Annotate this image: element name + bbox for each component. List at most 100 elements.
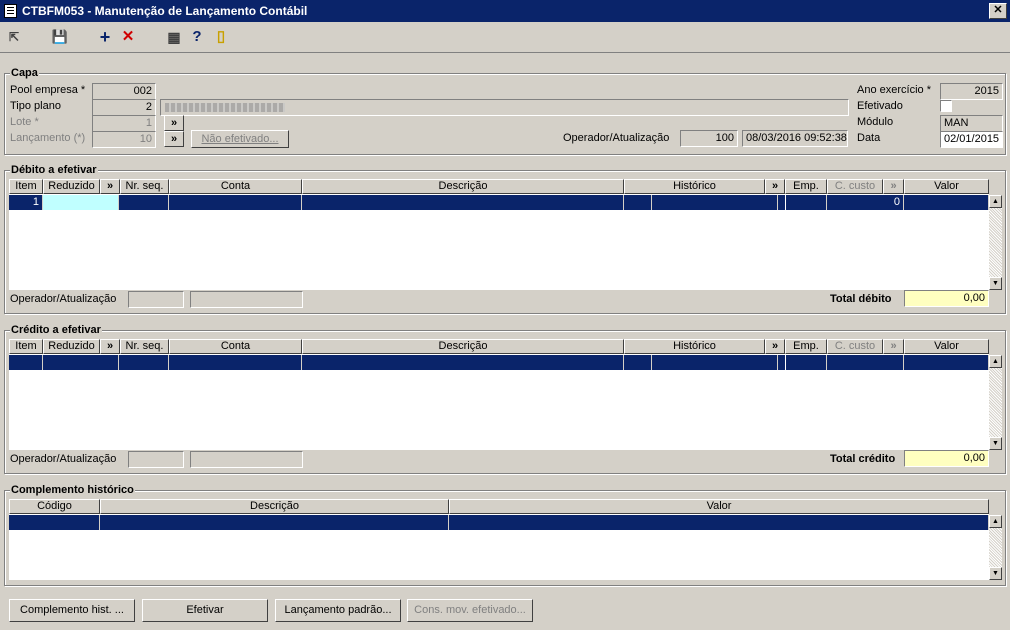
complemento-row-codigo[interactable] [9, 515, 100, 530]
cons-mov-efetivado-button[interactable]: Cons. mov. efetivado... [407, 599, 533, 622]
tipo-plano-description [160, 99, 849, 116]
debito-row-nrseq[interactable] [119, 195, 169, 210]
complemento-row[interactable] [9, 515, 989, 530]
delete-icon[interactable]: ✕ [118, 28, 138, 46]
scroll-up-icon[interactable]: ▲ [989, 195, 1002, 208]
debito-col-nrseq[interactable]: Nr. seq. [120, 179, 169, 194]
help-icon[interactable]: ? [187, 28, 207, 46]
credito-col-valor[interactable]: Valor [904, 339, 989, 354]
debito-col-valor[interactable]: Valor [904, 179, 989, 194]
debito-row-valor[interactable] [904, 195, 989, 210]
credito-col-expand[interactable]: » [100, 339, 120, 354]
complemento-hist-button[interactable]: Complemento hist. ... [9, 599, 135, 622]
scroll-down-icon[interactable]: ▼ [989, 437, 1002, 450]
operador-label: Operador/Atualização [563, 132, 670, 144]
add-icon[interactable]: + [95, 28, 115, 46]
debito-col-emp[interactable]: Emp. [785, 179, 827, 194]
lancamento-padrao-button[interactable]: Lançamento padrão... [275, 599, 401, 622]
credito-col-item[interactable]: Item [9, 339, 43, 354]
debito-col-expand-3[interactable]: » [883, 179, 904, 194]
calendar-icon[interactable]: ▦ [164, 28, 184, 46]
credito-row-ccusto[interactable] [827, 355, 904, 370]
credito-col-expand-3[interactable]: » [883, 339, 904, 354]
ano-exercicio-label: Ano exercício * [857, 84, 931, 96]
debito-col-expand[interactable]: » [100, 179, 120, 194]
debito-row-descricao[interactable] [302, 195, 624, 210]
operador-date-field[interactable]: 08/03/2016 09:52:38 [742, 130, 848, 147]
credito-row-emp[interactable] [785, 355, 827, 370]
credito-col-nrseq[interactable]: Nr. seq. [120, 339, 169, 354]
debito-operador-date-field[interactable] [190, 291, 303, 308]
total-credito-field[interactable]: 0,00 [904, 450, 989, 467]
credito-col-expand-2[interactable]: » [765, 339, 785, 354]
debito-row[interactable]: 1 0 [9, 195, 989, 210]
credito-row-historico-code[interactable] [624, 355, 652, 370]
credito-col-reduzido[interactable]: Reduzido [43, 339, 100, 354]
debito-operador-field[interactable] [128, 291, 184, 308]
credito-operador-field[interactable] [128, 451, 184, 468]
debito-scrollbar[interactable]: ▲ ▼ [989, 195, 1002, 290]
credito-row-valor[interactable] [904, 355, 989, 370]
credito-col-ccusto[interactable]: C. custo [827, 339, 883, 354]
debito-col-item[interactable]: Item [9, 179, 43, 194]
efetivado-checkbox[interactable] [940, 100, 952, 112]
credito-col-historico[interactable]: Histórico [624, 339, 765, 354]
nao-efetivado-button[interactable]: Não efetivado... [191, 130, 289, 148]
complemento-row-descricao[interactable] [100, 515, 449, 530]
complemento-col-codigo[interactable]: Código [9, 499, 100, 514]
credito-row-descricao[interactable] [302, 355, 624, 370]
credito-row-item[interactable] [14, 355, 43, 370]
total-debito-label: Total débito [830, 293, 892, 305]
debito-col-expand-2[interactable]: » [765, 179, 785, 194]
complemento-row-valor[interactable] [449, 515, 989, 530]
credito-row[interactable] [9, 355, 989, 370]
credito-scrollbar[interactable]: ▲ ▼ [989, 355, 1002, 450]
debito-row-emp[interactable] [785, 195, 827, 210]
toolbar: ⇱ 💾 + ✕ ▦ ? ▯ [0, 22, 1010, 53]
credito-row-reduzido[interactable] [43, 355, 119, 370]
tipo-plano-field[interactable]: 2 [92, 99, 156, 116]
exit-icon[interactable]: ⇱ [4, 28, 24, 46]
modulo-field[interactable]: MAN [940, 115, 1003, 132]
scroll-down-icon[interactable]: ▼ [989, 277, 1002, 290]
credito-col-descricao[interactable]: Descrição [302, 339, 624, 354]
complemento-col-valor[interactable]: Valor [449, 499, 989, 514]
credito-col-emp[interactable]: Emp. [785, 339, 827, 354]
efetivar-button[interactable]: Efetivar [142, 599, 268, 622]
debito-row-reduzido[interactable] [43, 195, 119, 210]
debito-row-historico-code[interactable] [624, 195, 652, 210]
credito-row-historico[interactable] [652, 355, 778, 370]
scroll-up-icon[interactable]: ▲ [989, 355, 1002, 368]
lancamento-expand-button[interactable]: » [164, 131, 184, 147]
scroll-up-icon[interactable]: ▲ [989, 515, 1002, 528]
lote-field[interactable]: 1 [92, 115, 156, 132]
data-field[interactable]: 02/01/2015 [940, 131, 1003, 148]
pool-field[interactable]: 002 [92, 83, 156, 100]
complemento-scrollbar[interactable]: ▲ ▼ [989, 515, 1002, 580]
debito-title: Débito a efetivar [10, 164, 98, 176]
debito-row-conta[interactable] [169, 195, 302, 210]
complemento-col-descricao[interactable]: Descrição [100, 499, 449, 514]
credito-operador-date-field[interactable] [190, 451, 303, 468]
debito-row-ccusto[interactable]: 0 [827, 195, 904, 210]
door-exit-icon[interactable]: ▯ [211, 28, 231, 46]
debito-col-historico[interactable]: Histórico [624, 179, 765, 194]
ano-exercicio-field[interactable]: 2015 [940, 83, 1003, 100]
credito-row-nrseq[interactable] [119, 355, 169, 370]
capa-title: Capa [10, 67, 39, 79]
close-button[interactable]: ✕ [989, 3, 1007, 19]
lancamento-field[interactable]: 10 [92, 131, 156, 148]
debito-col-ccusto[interactable]: C. custo [827, 179, 883, 194]
debito-col-conta[interactable]: Conta [169, 179, 302, 194]
operador-field[interactable]: 100 [680, 130, 738, 147]
total-debito-field[interactable]: 0,00 [904, 290, 989, 307]
save-icon[interactable]: 💾 [50, 28, 70, 46]
credito-col-conta[interactable]: Conta [169, 339, 302, 354]
credito-row-conta[interactable] [169, 355, 302, 370]
debito-col-reduzido[interactable]: Reduzido [43, 179, 100, 194]
scroll-down-icon[interactable]: ▼ [989, 567, 1002, 580]
debito-row-historico[interactable] [652, 195, 778, 210]
lote-expand-button[interactable]: » [164, 115, 184, 131]
debito-col-descricao[interactable]: Descrição [302, 179, 624, 194]
debito-row-item[interactable]: 1 [14, 195, 43, 210]
